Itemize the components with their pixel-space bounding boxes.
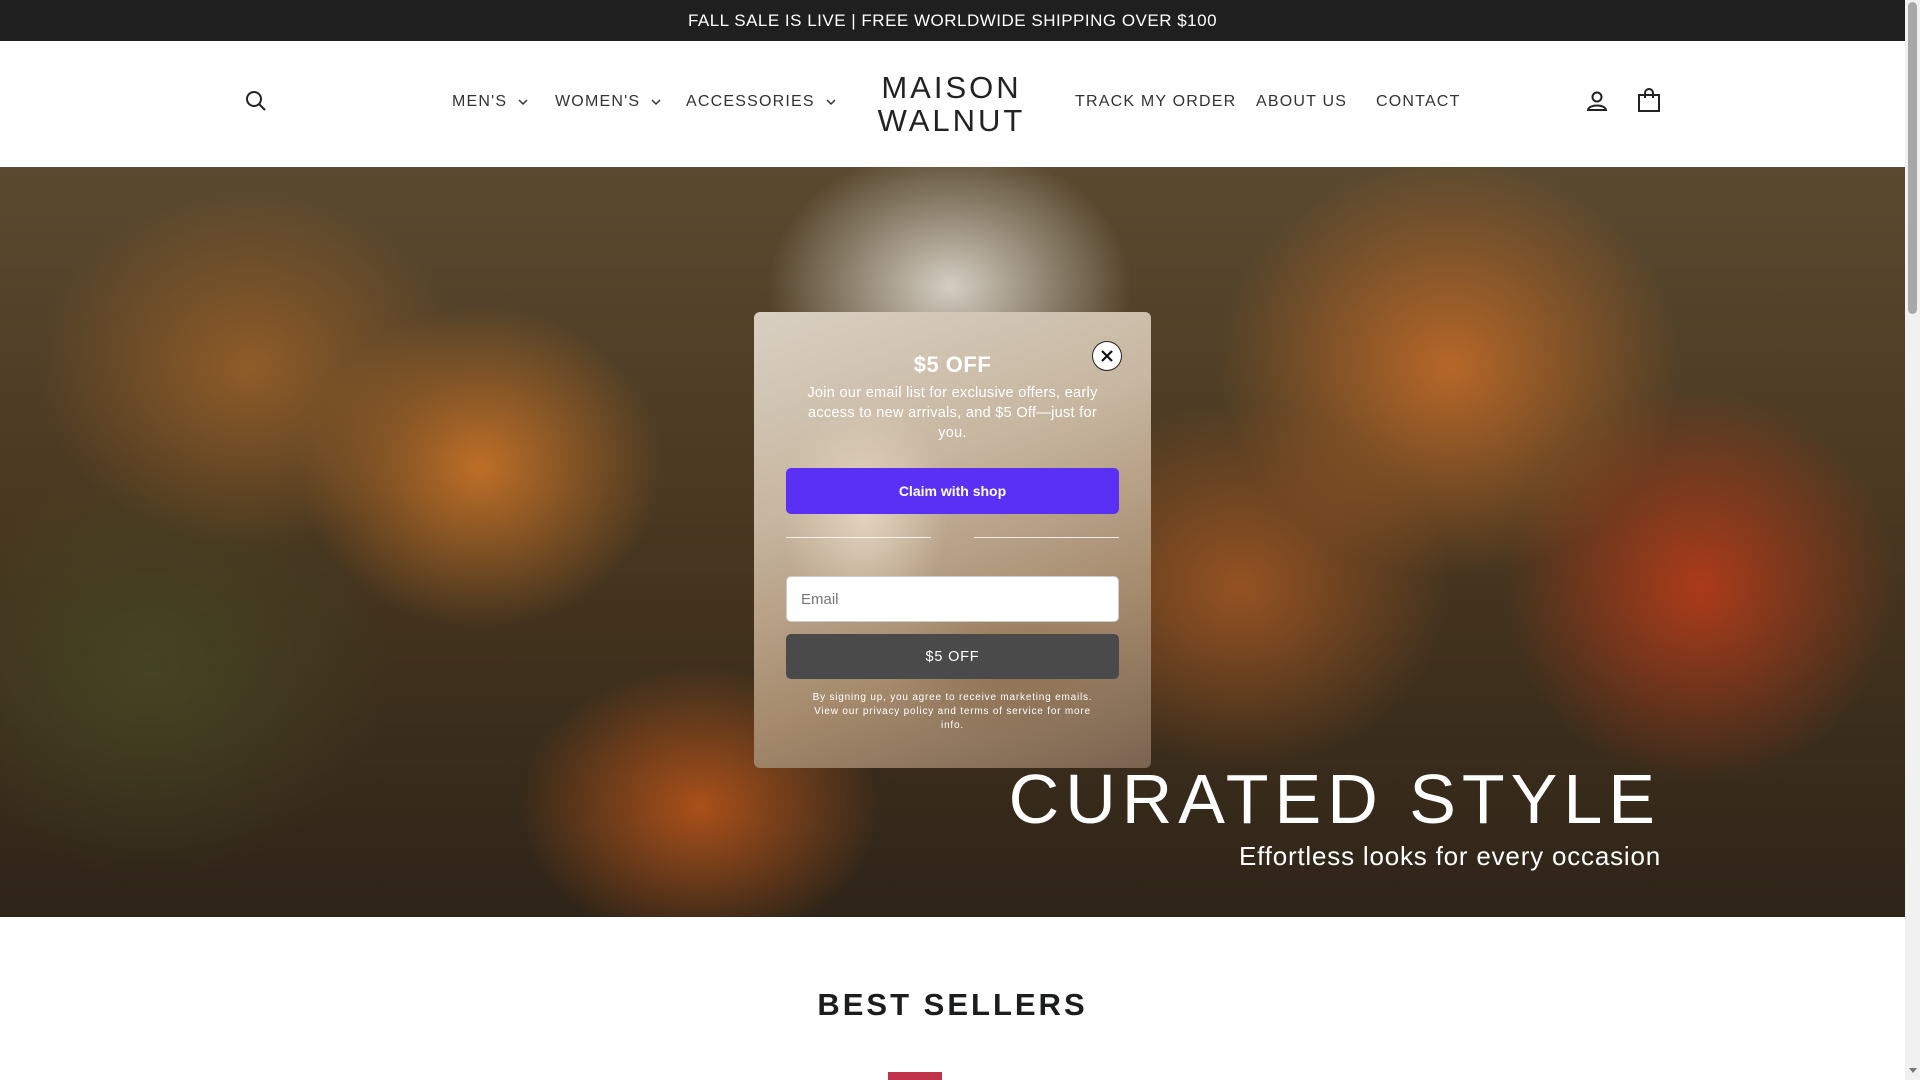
email-field[interactable] (786, 576, 1119, 622)
site-logo[interactable]: MAISON WALNUT (874, 71, 1029, 137)
chevron-down-icon (651, 99, 661, 106)
chevron-down-icon (518, 99, 528, 106)
scroll-down-arrow-icon[interactable] (1905, 1064, 1920, 1078)
account-icon[interactable] (1582, 86, 1612, 116)
shop-brand-logo: shop (972, 483, 1007, 499)
bag-icon[interactable] (1634, 86, 1664, 116)
nav-track-order[interactable]: TRACK MY ORDER (1075, 93, 1236, 111)
email-signup-popup: $5 OFF Join our email list for exclusive… (754, 312, 1151, 768)
sale-badge (888, 1072, 942, 1080)
announcement-bar: FALL SALE IS LIVE | FREE WORLDWIDE SHIPP… (0, 0, 1905, 41)
submit-discount-button[interactable]: $5 OFF (786, 634, 1119, 679)
logo-line-2: WALNUT (877, 103, 1026, 138)
nav-contact-label: CONTACT (1376, 93, 1461, 110)
nav-accessories[interactable]: ACCESSORIES (686, 93, 837, 111)
page-scrollbar[interactable] (1905, 0, 1920, 1080)
search-icon[interactable] (241, 86, 271, 116)
nav-track-order-label: TRACK MY ORDER (1075, 93, 1237, 110)
popup-description: Join our email list for exclusive offers… (807, 385, 1098, 441)
nav-about-us-label: ABOUT US (1256, 93, 1348, 110)
nav-womens[interactable]: WOMEN'S (555, 93, 662, 111)
popup-title: $5 OFF (913, 352, 992, 377)
hero-title: CURATED STYLE (1008, 760, 1661, 838)
nav-mens[interactable]: MEN'S (452, 93, 529, 111)
hero-subtitle: Effortless looks for every occasion (1238, 841, 1661, 871)
shop-button-prefix: Claim with (898, 483, 969, 499)
logo-line-1: MAISON (881, 70, 1022, 105)
chevron-down-icon (826, 99, 836, 106)
best-sellers-heading: BEST SELLERS (817, 987, 1088, 1022)
scrollbar-thumb[interactable] (1908, 2, 1917, 314)
claim-with-shop-button[interactable]: Claim with shop (786, 468, 1119, 514)
nav-about-us[interactable]: ABOUT US (1256, 93, 1347, 111)
site-header: MEN'S WOMEN'S ACCESSORIES MAISON WALNUT … (0, 41, 1905, 167)
nav-mens-label: MEN'S (452, 93, 508, 110)
nav-contact[interactable]: CONTACT (1376, 93, 1461, 111)
nav-accessories-label: ACCESSORIES (686, 93, 815, 110)
legal-text: By signing up, you agree to receive mark… (812, 692, 1093, 731)
nav-womens-label: WOMEN'S (555, 93, 641, 110)
announcement-text: FALL SALE IS LIVE | FREE WORLDWIDE SHIPP… (687, 10, 1218, 30)
divider-left (786, 537, 931, 538)
divider-right (974, 537, 1119, 538)
